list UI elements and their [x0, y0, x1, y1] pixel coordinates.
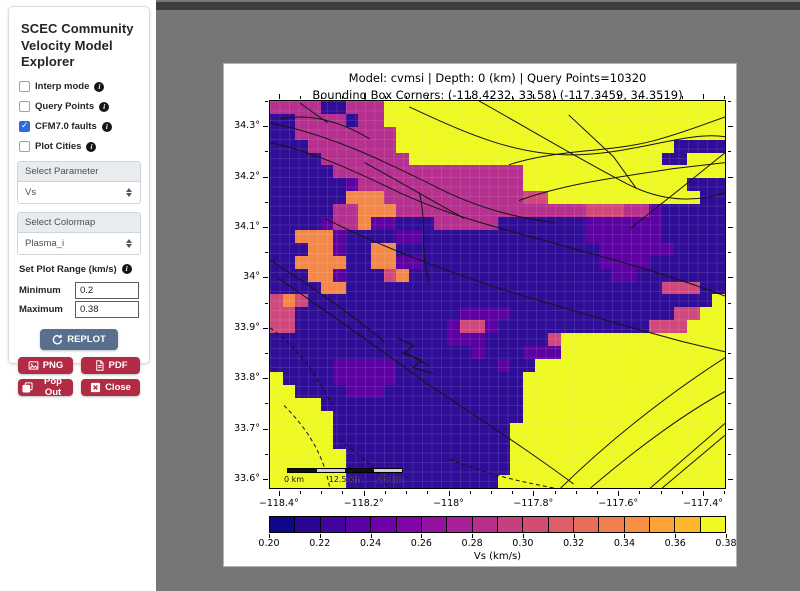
app-title: SCEC Community Velocity Model Explorer	[21, 21, 137, 71]
colormap-select-value: Plasma_i	[25, 238, 64, 249]
colormap-select[interactable]: Plasma_i	[18, 233, 140, 254]
cfm-faults-label[interactable]: CFM7.0 faults	[35, 121, 97, 132]
colormap-select-group: Select Colormap Plasma_i	[17, 212, 141, 255]
minimum-label: Minimum	[19, 285, 75, 296]
top-strip	[156, 2, 800, 10]
minimum-input[interactable]	[75, 282, 139, 299]
info-circle-icon[interactable]: i	[122, 264, 132, 274]
close-button[interactable]: Close	[81, 379, 140, 396]
checkbox-row-interp-mode[interactable]: Interp mode i	[19, 81, 139, 93]
png-button-label: PNG	[43, 360, 64, 371]
fault-lines-overlay	[270, 101, 725, 488]
replot-button[interactable]: REPLOT	[40, 329, 118, 350]
scale-label-0km: 0 km	[284, 475, 304, 484]
interp-mode-label[interactable]: Interp mode	[35, 81, 89, 92]
info-circle-icon[interactable]: i	[99, 102, 109, 112]
plot-cities-checkbox[interactable]	[19, 141, 30, 152]
minimum-row: Minimum	[19, 282, 139, 299]
plot-cities-label[interactable]: Plot Cities	[35, 141, 81, 152]
info-circle-icon[interactable]: i	[86, 142, 96, 152]
scale-label-25km: 25 km	[377, 475, 402, 484]
replot-button-label: REPLOT	[67, 334, 106, 345]
plot-range-label: Set Plot Range (km/s)	[19, 264, 117, 275]
parameter-select[interactable]: Vs	[18, 182, 140, 203]
checkbox-row-query-points[interactable]: Query Points i	[19, 101, 139, 113]
query-points-checkbox[interactable]	[19, 101, 30, 112]
colormap-select-header: Select Colormap	[18, 213, 140, 233]
velocity-map[interactable]: 0 km 12.5 km 25 km	[269, 100, 726, 489]
parameter-select-header: Select Parameter	[18, 162, 140, 182]
pop-out-button[interactable]: Pop Out	[18, 379, 73, 396]
file-pdf-icon	[94, 360, 105, 371]
square-x-icon	[90, 382, 101, 393]
window-restore-icon	[22, 382, 33, 393]
refresh-icon	[52, 334, 63, 345]
checkbox-row-cfm-faults[interactable]: CFM7.0 faults i	[19, 121, 139, 133]
maximum-row: Maximum	[19, 301, 139, 318]
parameter-select-group: Select Parameter Vs	[17, 161, 141, 204]
image-icon	[28, 360, 39, 371]
map-scale-bar	[287, 468, 403, 473]
plot-range-heading: Set Plot Range (km/s) i	[19, 264, 139, 275]
page: SCEC Community Velocity Model Explorer I…	[0, 0, 800, 591]
parameter-select-value: Vs	[25, 187, 36, 198]
plot-card: Model: cvmsi | Depth: 0 (km) | Query Poi…	[223, 63, 737, 567]
close-button-label: Close	[105, 382, 131, 393]
scale-label-12km: 12.5 km	[329, 475, 362, 484]
pop-out-button-label: Pop Out	[37, 376, 69, 398]
plot-title: Model: cvmsi | Depth: 0 (km) | Query Poi…	[269, 70, 726, 103]
sidebar: SCEC Community Velocity Model Explorer I…	[8, 6, 150, 364]
colorbar	[269, 516, 726, 533]
pdf-button-label: PDF	[109, 360, 128, 371]
maximum-input[interactable]	[75, 301, 139, 318]
colorbar-title: Vs (km/s)	[269, 551, 726, 562]
up-down-arrows-icon	[126, 239, 132, 248]
interp-mode-checkbox[interactable]	[19, 81, 30, 92]
checkbox-row-plot-cities[interactable]: Plot Cities i	[19, 141, 139, 153]
maximum-label: Maximum	[19, 304, 75, 315]
query-points-label[interactable]: Query Points	[35, 101, 94, 112]
pdf-button[interactable]: PDF	[81, 357, 140, 374]
info-circle-icon[interactable]: i	[102, 122, 112, 132]
plot-title-line1: Model: cvmsi | Depth: 0 (km) | Query Poi…	[269, 70, 726, 87]
up-down-arrows-icon	[126, 188, 132, 197]
png-button[interactable]: PNG	[18, 357, 73, 374]
info-circle-icon[interactable]: i	[94, 82, 104, 92]
cfm-faults-checkbox[interactable]	[19, 121, 30, 132]
